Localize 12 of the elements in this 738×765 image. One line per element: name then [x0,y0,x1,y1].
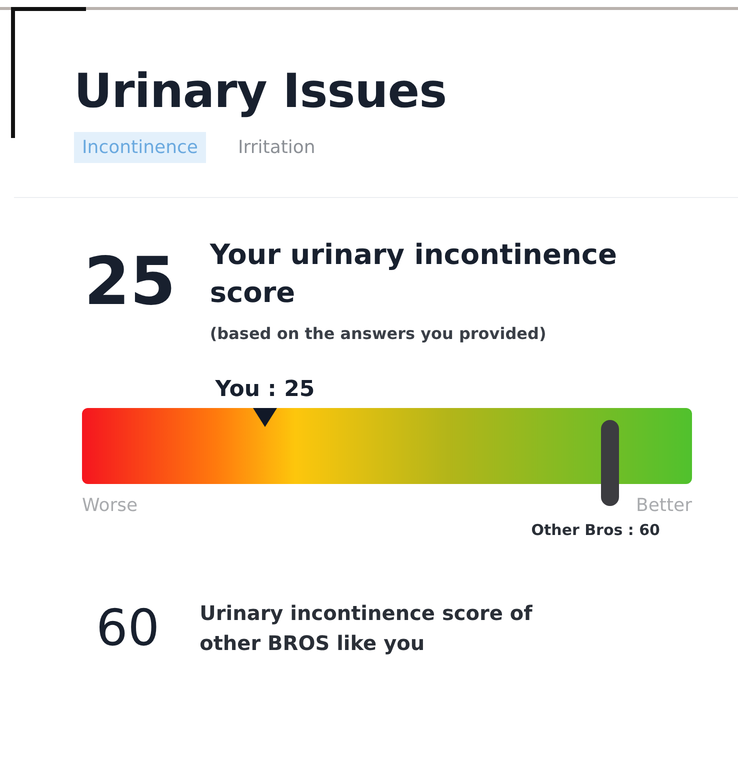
worse-label: Worse [82,494,138,518]
others-score-value: 60 [96,598,160,658]
others-label: Other Bros : 60 [531,520,660,541]
tab[interactable]: Incontinence [74,132,206,163]
score-heading: Your urinary incontinence score [210,237,618,311]
tab[interactable]: Irritation [236,132,318,163]
you-label: You : 25 [215,376,315,404]
score-value: 25 [84,246,176,318]
score-note: (based on the answers you provided) [210,323,548,345]
others-score-caption: Urinary incontinence score of other BROS like you [200,600,534,656]
better-label: Better [636,494,692,518]
page-title: Urinary Issues [74,63,448,121]
